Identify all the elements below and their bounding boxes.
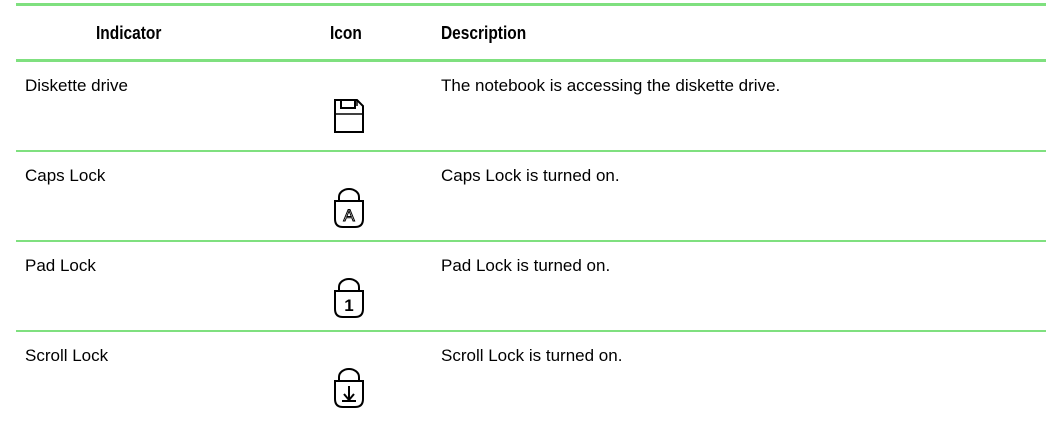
indicator-name: Diskette drive <box>25 76 128 95</box>
indicator-name: Caps Lock <box>25 166 106 185</box>
table-row: Pad Lock 1 Pad Lock is turned on. <box>16 242 1046 330</box>
caps-lock-glyph: A <box>343 206 355 225</box>
diskette-icon <box>332 94 366 140</box>
pad-lock-glyph: 1 <box>344 296 353 315</box>
table-row: Diskette drive The notebook is accessing… <box>16 62 1046 150</box>
indicator-description: The notebook is accessing the diskette d… <box>441 76 781 95</box>
header-icon: Icon <box>330 23 362 43</box>
indicator-table: Indicator Icon Description Diskette driv… <box>16 3 1046 420</box>
header-indicator: Indicator <box>96 23 162 43</box>
scroll-lock-icon <box>332 364 366 410</box>
table-row: Caps Lock A Caps Lock is turned on. <box>16 152 1046 240</box>
caps-lock-icon: A <box>332 184 366 230</box>
pad-lock-icon: 1 <box>332 274 366 320</box>
header-description: Description <box>441 23 527 43</box>
indicator-name: Scroll Lock <box>25 346 109 365</box>
table-row: Scroll Lock Scroll Lock is turned on. <box>16 332 1046 420</box>
table-header-row: Indicator Icon Description <box>16 6 1046 59</box>
indicator-description: Pad Lock is turned on. <box>441 256 611 275</box>
indicator-description: Caps Lock is turned on. <box>441 166 620 185</box>
indicator-name: Pad Lock <box>25 256 96 275</box>
indicator-description: Scroll Lock is turned on. <box>441 346 623 365</box>
